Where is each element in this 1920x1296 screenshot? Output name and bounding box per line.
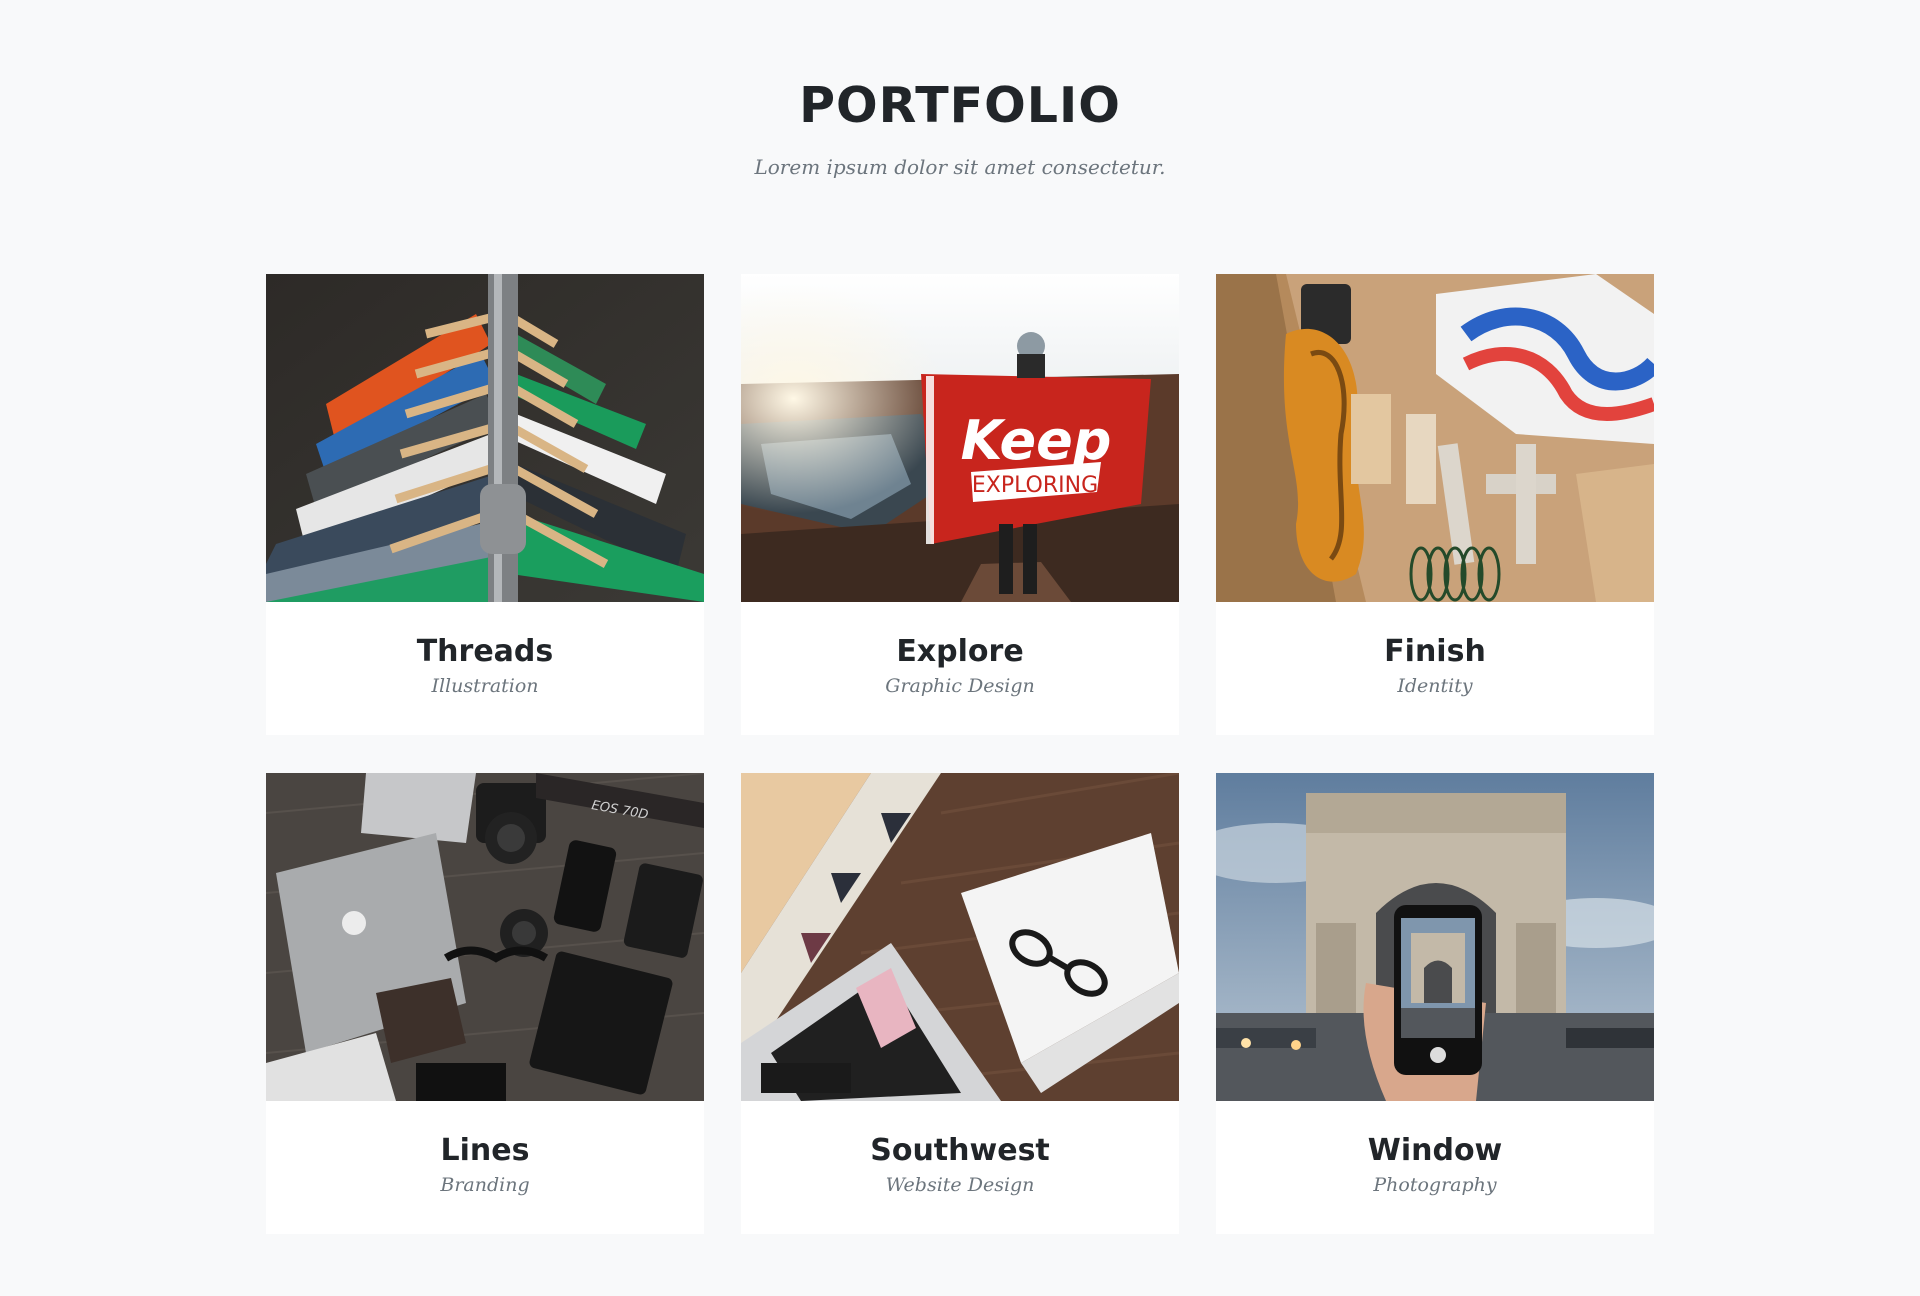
portfolio-item-title: Lines — [440, 1133, 530, 1168]
portfolio-item-finish[interactable]: Finish Identity — [1216, 274, 1654, 735]
portfolio-item-title: Explore — [896, 634, 1024, 669]
portfolio-item-category: Branding — [440, 1174, 530, 1196]
portfolio-section: PORTFOLIO Lorem ipsum dolor sit amet con… — [0, 0, 1920, 1296]
portfolio-item-explore[interactable]: Keep EXPLORING Explore Graphic Design — [741, 274, 1179, 735]
guitar-workbench-image — [1216, 274, 1654, 602]
portfolio-item-category: Illustration — [431, 675, 539, 697]
portfolio-item-category: Website Design — [885, 1174, 1035, 1196]
portfolio-item-title: Threads — [416, 634, 554, 669]
portfolio-item-title: Finish — [1384, 634, 1486, 669]
clothing-rack-image — [266, 274, 704, 602]
portfolio-grid: Threads Illustration Keep EXPLORING Expl… — [266, 274, 1655, 1234]
portfolio-item-title: Window — [1367, 1133, 1503, 1168]
portfolio-item-category: Identity — [1397, 675, 1473, 697]
laptop-camera-flatlay-image: EOS 70D — [266, 773, 704, 1101]
keep-exploring-flag-image: Keep EXPLORING — [741, 274, 1179, 602]
portfolio-item-window[interactable]: Window Photography — [1216, 773, 1654, 1234]
page-subtitle: Lorem ipsum dolor sit amet consectetur. — [754, 155, 1166, 179]
flag-text-exploring: EXPLORING — [972, 473, 1098, 498]
portfolio-item-lines[interactable]: EOS 70D Lines Branding — [266, 773, 704, 1234]
arc-de-triomphe-phone-image — [1216, 773, 1654, 1101]
flag-text-keep: Keep — [961, 409, 1112, 472]
portfolio-item-threads[interactable]: Threads Illustration — [266, 274, 704, 735]
portfolio-item-category: Graphic Design — [885, 675, 1035, 697]
page-title: PORTFOLIO — [799, 77, 1121, 134]
portfolio-item-title: Southwest — [870, 1133, 1050, 1168]
portfolio-item-category: Photography — [1373, 1174, 1497, 1196]
portfolio-item-southwest[interactable]: Southwest Website Design — [741, 773, 1179, 1234]
laptop-notebook-glasses-image — [741, 773, 1179, 1101]
